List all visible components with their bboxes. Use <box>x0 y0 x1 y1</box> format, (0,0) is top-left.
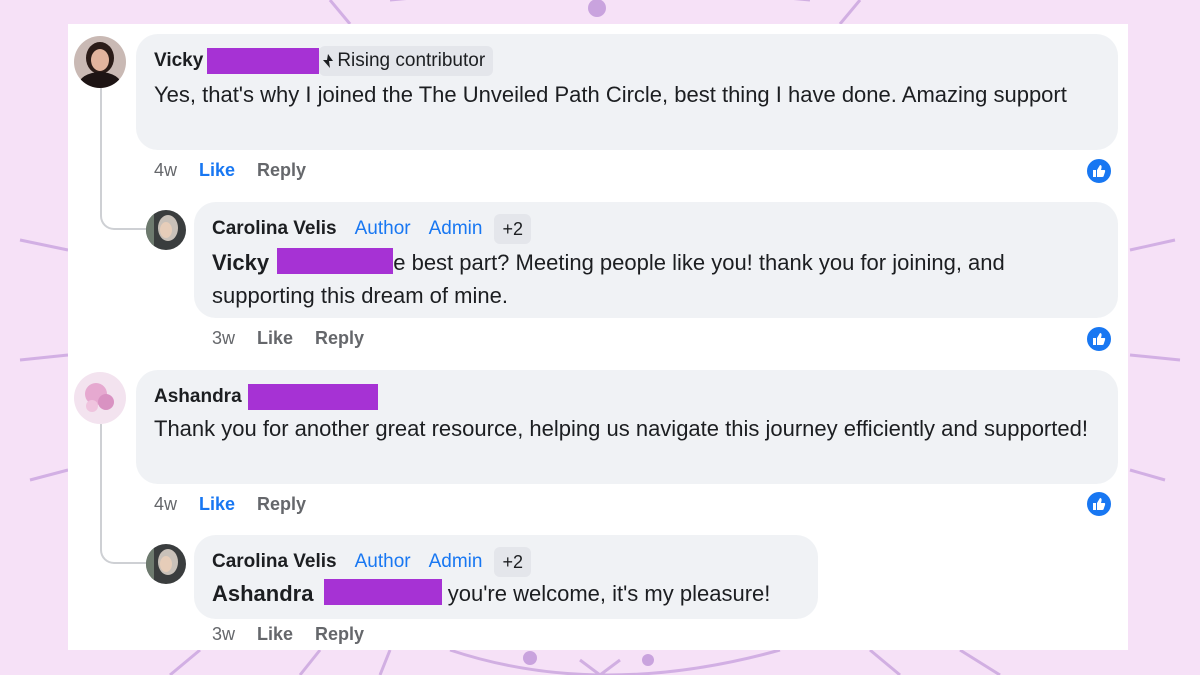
reply-bubble: Carolina Velis Author Admin +2 Ashandra … <box>194 535 818 619</box>
more-badges[interactable]: +2 <box>494 214 531 244</box>
mention-link[interactable]: Ashandra <box>212 581 313 606</box>
reply-button[interactable]: Reply <box>257 160 306 181</box>
thumbs-up-icon <box>1093 333 1106 345</box>
avatar[interactable] <box>146 544 186 584</box>
thumbs-up-icon <box>1093 498 1106 510</box>
commenter-name[interactable]: Carolina Velis <box>212 218 337 240</box>
avatar[interactable] <box>146 210 186 250</box>
comment-actions: 4w Like Reply <box>154 160 306 181</box>
author-badge[interactable]: Author <box>355 551 411 573</box>
comment-actions: 3w Like Reply <box>212 624 364 645</box>
timestamp[interactable]: 4w <box>154 494 177 515</box>
redacted-name <box>323 579 442 605</box>
like-button[interactable]: Like <box>257 328 293 349</box>
reaction-count[interactable] <box>1085 490 1113 518</box>
comment-actions: 3w Like Reply <box>212 328 364 349</box>
admin-badge[interactable]: Admin <box>429 218 483 240</box>
like-button[interactable]: Like <box>257 624 293 645</box>
admin-badge[interactable]: Admin <box>429 551 483 573</box>
reply-button[interactable]: Reply <box>315 328 364 349</box>
timestamp[interactable]: 4w <box>154 160 177 181</box>
mention-link[interactable]: Vicky <box>212 250 269 275</box>
comment-body: you're welcome, it's my pleasure! <box>447 581 771 606</box>
redacted-name <box>207 48 320 74</box>
redacted-name <box>277 248 394 274</box>
timestamp[interactable]: 3w <box>212 328 235 349</box>
like-button[interactable]: Like <box>199 160 235 181</box>
like-button[interactable]: Like <box>199 494 235 515</box>
reply-button[interactable]: Reply <box>315 624 364 645</box>
avatar[interactable] <box>74 36 126 88</box>
more-badges[interactable]: +2 <box>494 547 531 577</box>
comment-bubble: Vicky Rising contributor Yes, that's why… <box>136 34 1118 150</box>
reaction-count[interactable] <box>1085 325 1113 353</box>
commenter-name[interactable]: Carolina Velis <box>212 551 337 573</box>
reply-bubble: Carolina Velis Author Admin +2 Vicky e b… <box>194 202 1118 318</box>
badge-label: Rising contributor <box>337 50 486 71</box>
reaction-count[interactable] <box>1085 157 1113 185</box>
comment-actions: 4w Like Reply <box>154 494 306 515</box>
author-badge[interactable]: Author <box>355 218 411 240</box>
contributor-badge[interactable]: Rising contributor <box>319 46 494 76</box>
thumbs-up-icon <box>1093 165 1106 177</box>
redacted-name <box>247 384 378 410</box>
comments-panel: Vicky Rising contributor Yes, that's why… <box>68 24 1128 650</box>
rising-contributor-icon <box>323 54 334 68</box>
commenter-name[interactable]: Vicky <box>154 50 203 72</box>
commenter-name[interactable]: Ashandra <box>154 386 242 408</box>
comment-bubble: Ashandra Thank you for another great res… <box>136 370 1118 484</box>
comment-text: Vicky e best part? Meeting people like y… <box>212 246 1100 312</box>
avatar[interactable] <box>74 372 126 424</box>
timestamp[interactable]: 3w <box>212 624 235 645</box>
reply-button[interactable]: Reply <box>257 494 306 515</box>
comment-text: Thank you for another great resource, he… <box>154 416 1088 441</box>
comment-text: Ashandra you're welcome, it's my pleasur… <box>212 577 800 610</box>
comment-text: Yes, that's why I joined the The Unveile… <box>154 82 1067 107</box>
